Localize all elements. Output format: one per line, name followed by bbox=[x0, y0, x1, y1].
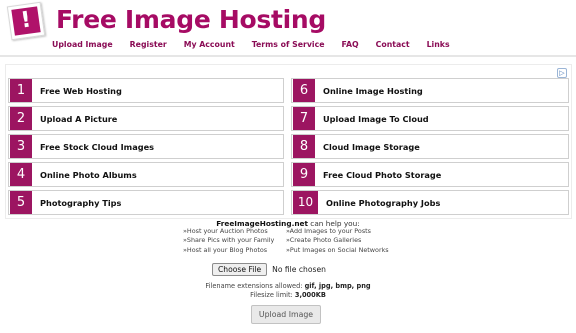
nav-faq[interactable]: FAQ bbox=[342, 40, 359, 54]
ad-link-item[interactable]: 6 Online Image Hosting bbox=[291, 78, 569, 103]
ad-link-label: Upload Image To Cloud bbox=[323, 113, 429, 124]
ad-link-label: Free Cloud Photo Storage bbox=[323, 169, 442, 180]
nav-links[interactable]: Links bbox=[427, 40, 450, 54]
ad-choices-icon[interactable]: ▷ bbox=[557, 68, 567, 78]
ad-link-item[interactable]: 10 Online Photography Jobs bbox=[291, 190, 569, 215]
help-item: »Host your Auction Photos bbox=[183, 227, 268, 235]
ad-link-label: Photography Tips bbox=[40, 197, 122, 208]
ad-link-item[interactable]: 9 Free Cloud Photo Storage bbox=[291, 162, 569, 187]
ad-number-badge: 2 bbox=[10, 107, 32, 130]
ad-link-item[interactable]: 2 Upload A Picture bbox=[8, 106, 284, 131]
ad-number-badge: 8 bbox=[293, 135, 315, 158]
ad-number-badge: 3 bbox=[10, 135, 32, 158]
site-title[interactable]: Free Image Hosting bbox=[56, 5, 326, 34]
nav-divider bbox=[0, 55, 576, 57]
ad-number-badge: 9 bbox=[293, 163, 315, 186]
upload-image-button[interactable]: Upload Image bbox=[251, 305, 321, 324]
filesize-label: Filesize limit: bbox=[250, 291, 295, 299]
ad-link-label: Free Stock Cloud Images bbox=[40, 141, 155, 152]
ad-number-badge: 6 bbox=[293, 79, 315, 102]
file-input: Choose File No file chosen bbox=[212, 262, 326, 276]
extensions-info: Filename extensions allowed: gif, jpg, b… bbox=[0, 282, 576, 290]
ad-link-label: Online Photo Albums bbox=[40, 169, 137, 180]
nav-contact[interactable]: Contact bbox=[376, 40, 410, 54]
choose-file-button[interactable]: Choose File bbox=[212, 262, 268, 276]
ad-link-label: Cloud Image Storage bbox=[323, 141, 420, 152]
ad-link-item[interactable]: 5 Photography Tips bbox=[8, 190, 284, 215]
help-item: »Share Pics with your Family bbox=[183, 236, 275, 245]
ad-number-badge: 4 bbox=[10, 163, 32, 186]
ad-link-label: Online Image Hosting bbox=[323, 85, 423, 96]
ad-link-item[interactable]: 7 Upload Image To Cloud bbox=[291, 106, 569, 131]
nav-register[interactable]: Register bbox=[130, 40, 167, 54]
ad-block: ▷ 1 Free Web Hosting 2 Upload A Picture … bbox=[5, 64, 572, 219]
ad-link-item[interactable]: 8 Cloud Image Storage bbox=[291, 134, 569, 159]
nav-terms-of-service[interactable]: Terms of Service bbox=[252, 40, 325, 54]
help-list-left: »Host your Auction Photos »Share Pics wi… bbox=[183, 227, 274, 255]
ad-link-label: Upload A Picture bbox=[40, 113, 118, 124]
site-logo[interactable]: ! bbox=[6, 1, 46, 41]
ad-link-item[interactable]: 4 Online Photo Albums bbox=[8, 162, 284, 187]
ad-link-item[interactable]: 1 Free Web Hosting bbox=[8, 78, 284, 103]
ad-number-badge: 10 bbox=[293, 191, 318, 214]
nav-my-account[interactable]: My Account bbox=[184, 40, 235, 54]
help-list-right: »Add Images to your Posts »Create Photo … bbox=[286, 227, 389, 255]
extensions-label: Filename extensions allowed: bbox=[205, 282, 305, 290]
extensions-value: gif, jpg, bmp, png bbox=[304, 282, 371, 290]
nav-upload-image[interactable]: Upload Image bbox=[52, 40, 113, 54]
ad-number-badge: 1 bbox=[10, 79, 32, 102]
ad-link-label: Free Web Hosting bbox=[40, 85, 122, 96]
help-item: »Create Photo Galleries bbox=[286, 236, 362, 245]
ad-link-item[interactable]: 3 Free Stock Cloud Images bbox=[8, 134, 284, 159]
main-nav: Upload Image Register My Account Terms o… bbox=[52, 40, 467, 54]
filesize-info: Filesize limit: 3,000KB bbox=[0, 291, 576, 299]
ad-number-badge: 7 bbox=[293, 107, 315, 130]
help-item: »Put Images on Social Networks bbox=[286, 245, 389, 254]
help-item: »Add Images to your Posts bbox=[286, 227, 372, 235]
file-status: No file chosen bbox=[272, 264, 326, 274]
exclamation-icon: ! bbox=[11, 6, 41, 36]
ad-number-badge: 5 bbox=[10, 191, 32, 214]
help-item: »Host all your Blog Photos bbox=[183, 245, 268, 254]
ad-link-label: Online Photography Jobs bbox=[326, 197, 441, 208]
filesize-value: 3,000KB bbox=[294, 291, 326, 299]
site-header: ! Free Image Hosting Upload Image Regist… bbox=[0, 0, 576, 55]
